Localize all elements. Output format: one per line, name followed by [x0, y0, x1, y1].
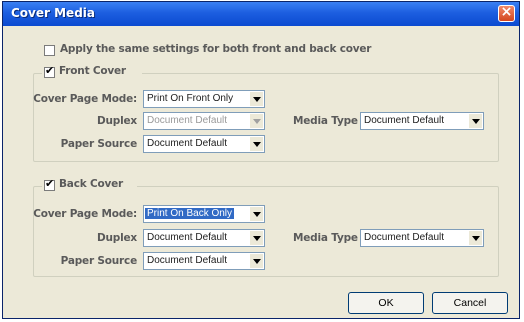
front-cover-page-mode-select[interactable]: Print On Front Only	[143, 90, 265, 108]
chevron-down-icon	[250, 114, 263, 128]
back-cover-legend: ✔ Back Cover	[42, 177, 137, 193]
back-paper-source-select[interactable]: Document Default	[143, 252, 265, 270]
back-paper-source-label: Paper Source	[60, 255, 138, 267]
back-duplex-select[interactable]: Document Default	[143, 229, 265, 247]
chevron-down-icon[interactable]	[250, 231, 263, 245]
cancel-button[interactable]: Cancel	[432, 292, 508, 314]
chevron-down-icon[interactable]	[469, 114, 482, 128]
back-cover-checkbox[interactable]: ✔	[44, 177, 55, 191]
front-media-type-select[interactable]: Document Default	[360, 112, 484, 130]
checkmark-icon: ✔	[45, 177, 55, 190]
back-cover-page-mode-value: Print On Back Only	[145, 208, 235, 219]
back-media-type-select[interactable]: Document Default	[360, 229, 484, 247]
dialog-title: Cover Media	[11, 6, 95, 20]
chevron-down-icon[interactable]	[250, 207, 263, 221]
front-cover-page-mode-label: Cover Page Mode:	[33, 93, 137, 105]
front-media-type-value: Document Default	[364, 115, 445, 126]
close-button[interactable]: ×	[498, 4, 515, 22]
back-cover-label: Back Cover	[59, 178, 124, 190]
chevron-down-icon[interactable]	[250, 137, 263, 151]
front-paper-source-value: Document Default	[147, 138, 228, 149]
ok-button[interactable]: OK	[348, 292, 424, 314]
back-paper-source-value: Document Default	[147, 255, 228, 266]
front-paper-source-select[interactable]: Document Default	[143, 135, 265, 153]
front-cover-page-mode-value: Print On Front Only	[147, 93, 234, 104]
chevron-down-icon[interactable]	[250, 92, 263, 106]
back-duplex-label: Duplex	[96, 232, 137, 244]
checkmark-icon: ✔	[45, 64, 55, 77]
back-media-type-label: Media Type	[293, 232, 358, 244]
back-duplex-value: Document Default	[147, 232, 228, 243]
chevron-down-icon[interactable]	[250, 254, 263, 268]
front-cover-legend: ✔ Front Cover	[42, 64, 142, 80]
back-media-type-value: Document Default	[364, 232, 445, 243]
ok-button-label: OK	[378, 297, 394, 309]
back-cover-page-mode-label: Cover Page Mode:	[33, 208, 137, 220]
cover-media-dialog: Cover Media × Apply the same settings fo…	[2, 1, 520, 319]
front-duplex-select: Document Default	[143, 112, 265, 130]
front-paper-source-label: Paper Source	[60, 138, 138, 150]
cancel-button-label: Cancel	[453, 297, 487, 309]
front-cover-label: Front Cover	[59, 65, 126, 77]
front-duplex-value: Document Default	[147, 115, 228, 126]
apply-same-label: Apply the same settings for both front a…	[60, 43, 372, 55]
apply-same-checkbox[interactable]	[44, 45, 55, 56]
front-cover-checkbox[interactable]: ✔	[44, 64, 55, 78]
front-media-type-label: Media Type	[293, 115, 358, 127]
chevron-down-icon[interactable]	[469, 231, 482, 245]
front-duplex-label: Duplex	[96, 115, 137, 127]
back-cover-page-mode-select[interactable]: Print On Back Only	[143, 205, 265, 223]
close-icon: ×	[500, 4, 513, 20]
title-bar[interactable]: Cover Media ×	[3, 2, 519, 26]
